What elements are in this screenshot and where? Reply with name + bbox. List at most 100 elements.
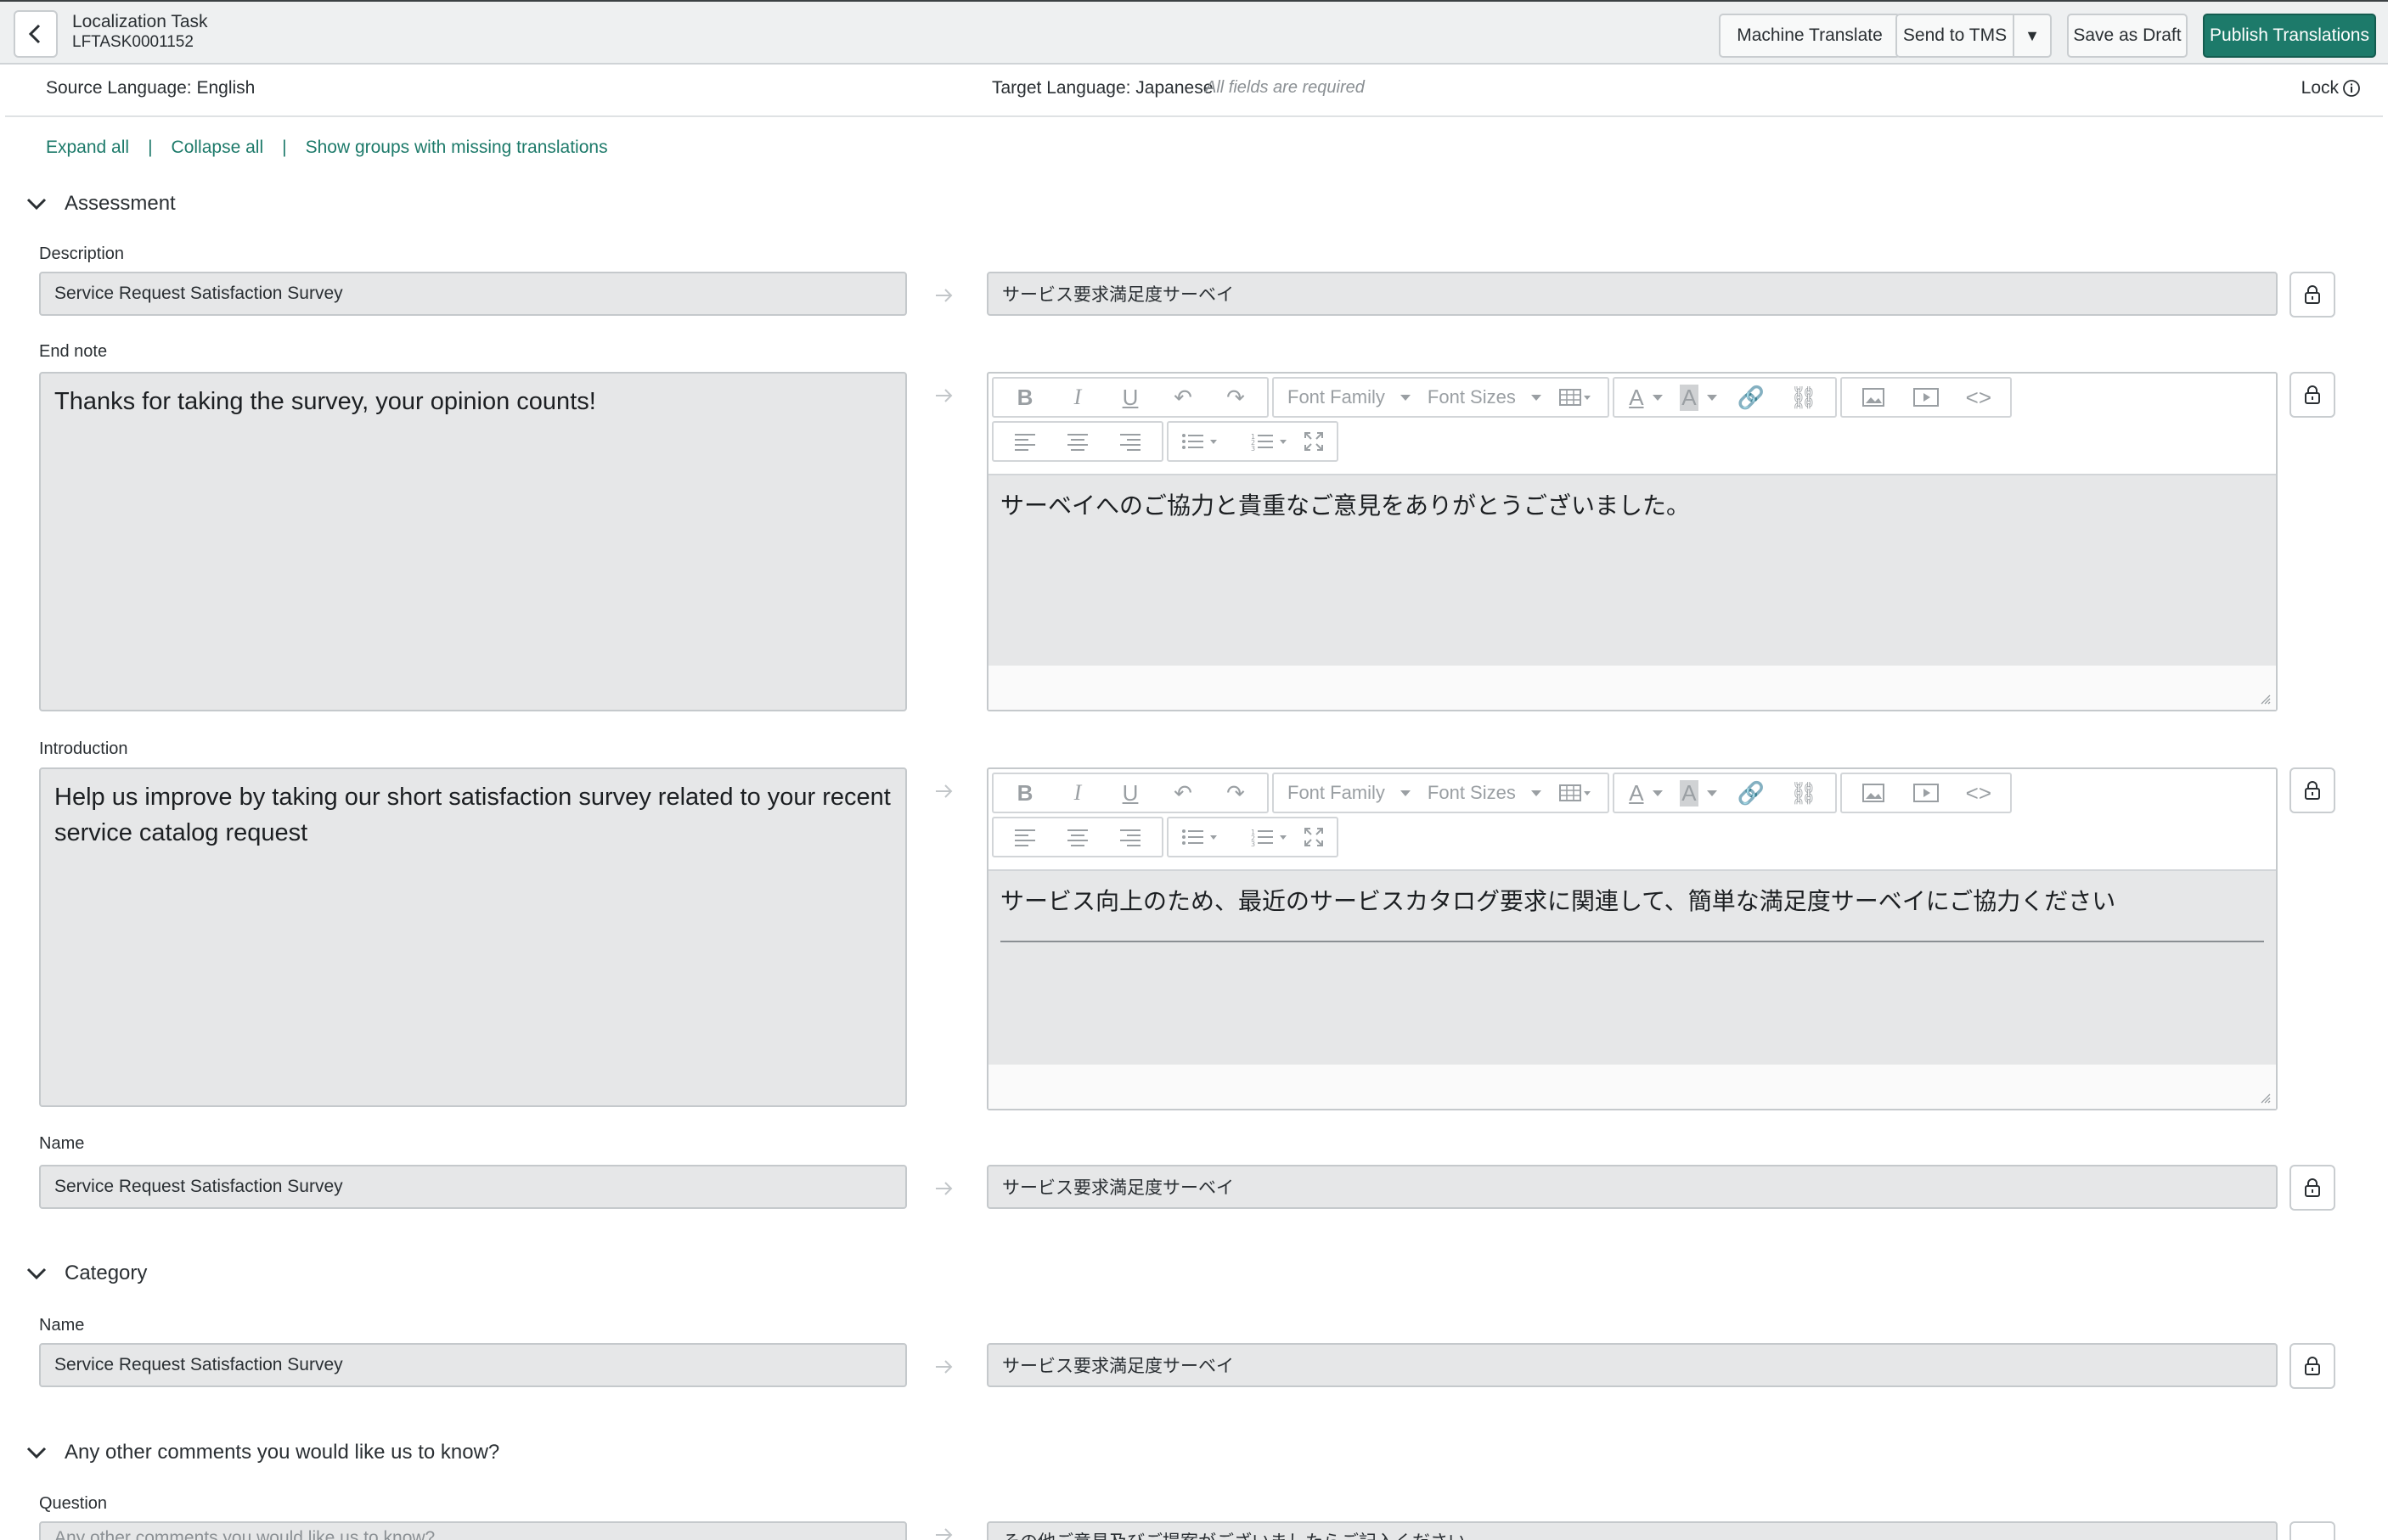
required-note: All fields are required [1205,78,1365,97]
chevron-down-icon [26,198,47,211]
source-description: Service Request Satisfaction Survey [39,272,907,316]
arrow-right-icon [934,385,955,406]
lock-field-button[interactable] [2289,1343,2335,1389]
redo-icon[interactable]: ↷ [1209,776,1262,810]
align-right-icon[interactable] [1104,820,1157,854]
field-label-category-name: Name [39,1316,85,1335]
lock-field-button[interactable] [2289,272,2335,318]
table-icon[interactable] [1550,380,1602,414]
font-sizes-select[interactable]: Font Sizes [1419,380,1550,414]
source-question: Any other comments you would like us to … [39,1521,907,1540]
image-icon[interactable] [1847,380,1900,414]
underline-icon[interactable]: U [1104,380,1157,414]
text-color-icon[interactable]: A [1619,380,1672,414]
resize-handle-icon[interactable] [2259,1092,2271,1104]
link-icon[interactable]: 🔗 [1725,776,1777,810]
lock-field-button[interactable] [2289,372,2335,418]
redo-icon[interactable]: ↷ [1209,380,1262,414]
publish-translations-button[interactable]: Publish Translations [2203,14,2376,58]
machine-translate-button[interactable]: Machine Translate [1719,14,1901,58]
text-color-icon[interactable]: A [1619,776,1672,810]
target-introduction-editor[interactable]: B I U ↶ ↷ Font Family Font Sizes A A 🔗 ⛓ [987,767,2278,1110]
bold-icon[interactable]: B [999,776,1051,810]
toolbar-group-format: B I U ↶ ↷ [992,377,1269,418]
expand-all-link[interactable]: Expand all [46,138,129,158]
task-title: Localization Task [72,12,208,31]
lock-field-button[interactable] [2289,1521,2335,1540]
show-missing-link[interactable]: Show groups with missing translations [306,138,608,158]
italic-icon[interactable]: I [1051,380,1104,414]
align-left-icon[interactable] [999,424,1051,458]
table-icon[interactable] [1550,776,1602,810]
lock-field-button[interactable] [2289,767,2335,813]
numbered-list-icon[interactable]: 123 [1243,820,1296,854]
editor-toolbar-row-2: 123 [992,817,1338,857]
align-center-icon[interactable] [1051,424,1104,458]
field-label-name: Name [39,1134,85,1153]
target-language: Target Language: Japanese [992,78,1214,98]
editor-status-bar [988,1065,2276,1109]
undo-icon[interactable]: ↶ [1157,776,1209,810]
fullscreen-icon[interactable] [1296,424,1332,458]
bullet-list-icon[interactable] [1174,820,1226,854]
align-right-icon[interactable] [1104,424,1157,458]
link-icon[interactable]: 🔗 [1725,380,1777,414]
target-end-note-editor[interactable]: B I U ↶ ↷ Font Family Font Sizes A A 🔗 ⛓ [987,372,2278,711]
align-left-icon[interactable] [999,820,1051,854]
section-category-toggle[interactable]: Category [25,1262,147,1285]
lock-field-button[interactable] [2289,1165,2335,1211]
numbered-list-icon[interactable]: 123 [1243,424,1296,458]
target-description-input[interactable]: サービス要求満足度サーベイ [987,272,2278,316]
font-sizes-select[interactable]: Font Sizes [1419,776,1550,810]
caret-down-icon [1530,790,1541,796]
font-family-select[interactable]: Font Family [1279,776,1419,810]
field-label-description: Description [39,244,125,263]
arrow-right-icon [934,1178,955,1199]
bold-icon[interactable]: B [999,380,1051,414]
align-center-icon[interactable] [1051,820,1104,854]
bullet-list-icon[interactable] [1174,424,1226,458]
unlink-icon[interactable]: ⛓ [1777,380,1830,414]
source-category-name: Service Request Satisfaction Survey [39,1343,907,1387]
undo-icon[interactable]: ↶ [1157,380,1209,414]
back-button[interactable] [14,10,58,58]
underline-icon[interactable]: U [1104,776,1157,810]
lock-icon [2305,1178,2320,1197]
arrow-right-icon [934,1357,955,1377]
link-separator: | [148,138,153,157]
editor-status-bar [988,666,2276,710]
toolbar-group-media: A A 🔗 ⛓ [1612,773,1837,813]
info-icon[interactable] [2342,79,2361,98]
introduction-editor-content[interactable]: サービス向上のため、最近のサービスカタログ要求に関連して、簡単な満足度サーベイに… [988,869,2276,1066]
fullscreen-icon[interactable] [1296,820,1332,854]
target-question-input[interactable]: その他ご意見及びご提案がございましたらご記入ください [987,1521,2278,1540]
source-introduction: Help us improve by taking our short sati… [39,767,907,1107]
save-as-draft-button[interactable]: Save as Draft [2067,14,2188,58]
video-icon[interactable] [1900,776,1952,810]
italic-icon[interactable]: I [1051,776,1104,810]
target-name-input[interactable]: サービス要求満足度サーベイ [987,1165,2278,1209]
collapse-all-link[interactable]: Collapse all [172,138,264,158]
background-color-icon[interactable]: A [1672,380,1725,414]
unlink-icon[interactable]: ⛓ [1777,776,1830,810]
group-links: Expand all | Collapse all | Show groups … [46,138,608,158]
code-icon[interactable]: <> [1952,380,2005,414]
end-note-editor-content[interactable]: サーベイへのご協力と貴重なご意見をありがとうございました。 [988,474,2276,667]
code-icon[interactable]: <> [1952,776,2005,810]
lock-toggle[interactable]: Lock [2301,78,2361,98]
arrow-right-icon [934,1525,955,1540]
language-bar: Source Language: English Target Language… [5,66,2383,117]
font-family-select[interactable]: Font Family [1279,380,1419,414]
target-category-name-input[interactable]: サービス要求満足度サーベイ [987,1343,2278,1387]
video-icon[interactable] [1900,380,1952,414]
background-color-icon[interactable]: A [1672,776,1725,810]
resize-handle-icon[interactable] [2259,693,2271,705]
chevron-down-icon [26,1447,47,1459]
svg-text:3: 3 [1251,445,1255,451]
section-assessment-toggle[interactable]: Assessment [25,192,176,216]
lock-label: Lock [2301,78,2339,98]
section-comments-toggle[interactable]: Any other comments you would like us to … [25,1441,499,1464]
send-to-tms-button[interactable]: Send to TMS [1895,14,2014,58]
send-to-tms-dropdown[interactable]: ▼ [2013,14,2052,58]
image-icon[interactable] [1847,776,1900,810]
